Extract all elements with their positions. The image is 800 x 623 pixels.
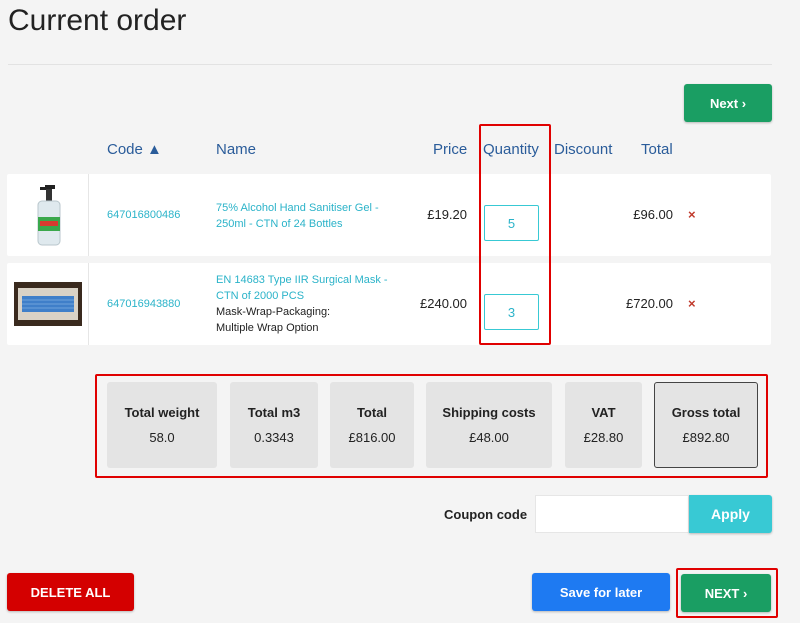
summary-label: Total bbox=[356, 405, 388, 420]
summary-value: £892.80 bbox=[682, 430, 730, 445]
summary-total-weight: Total weight 58.0 bbox=[107, 382, 217, 468]
next-button-bottom[interactable]: NEXT › bbox=[681, 574, 771, 612]
page-title: Current order bbox=[8, 4, 187, 37]
column-header-name: Name bbox=[216, 141, 257, 158]
unit-price: £240.00 bbox=[420, 296, 467, 311]
summary-total: Total £816.00 bbox=[330, 382, 414, 468]
column-header-code[interactable]: Code ▲ bbox=[107, 141, 162, 158]
apply-coupon-button[interactable]: Apply bbox=[689, 495, 772, 533]
unit-price: £19.20 bbox=[427, 207, 467, 222]
summary-value: 58.0 bbox=[149, 430, 175, 445]
product-thumbnail[interactable] bbox=[7, 174, 89, 256]
column-header-quantity: Quantity bbox=[483, 141, 539, 158]
variant-option-label: Mask-Wrap-Packaging: bbox=[216, 306, 331, 318]
summary-value: £28.80 bbox=[583, 430, 624, 445]
quantity-input[interactable] bbox=[484, 294, 539, 330]
summary-label: Shipping costs bbox=[442, 405, 536, 420]
sanitiser-bottle-image bbox=[37, 185, 60, 246]
save-for-later-button[interactable]: Save for later bbox=[532, 573, 670, 611]
summary-shipping-costs: Shipping costs £48.00 bbox=[426, 382, 552, 468]
remove-item-icon[interactable]: × bbox=[688, 207, 696, 222]
summary-vat: VAT £28.80 bbox=[565, 382, 642, 468]
variant-option-value: Multiple Wrap Option bbox=[216, 322, 319, 334]
summary-value: 0.3343 bbox=[254, 430, 294, 445]
product-name-link[interactable]: EN 14683 Type IIR Surgical Mask - CTN of… bbox=[216, 272, 406, 336]
column-header-price: Price bbox=[433, 141, 468, 158]
next-button-top[interactable]: Next › bbox=[684, 84, 772, 122]
product-thumbnail[interactable] bbox=[7, 263, 89, 345]
product-name-text[interactable]: 75% Alcohol Hand Sanitiser Gel - 250ml -… bbox=[216, 202, 379, 230]
summary-label: Total m3 bbox=[247, 405, 301, 420]
summary-gross-total: Gross total £892.80 bbox=[654, 382, 758, 468]
column-header-total: Total bbox=[641, 141, 673, 158]
line-total: £720.00 bbox=[626, 296, 673, 311]
remove-item-icon[interactable]: × bbox=[688, 296, 696, 311]
coupon-code-input[interactable] bbox=[535, 495, 689, 533]
product-code-link[interactable]: 647016943880 bbox=[107, 298, 180, 310]
title-divider bbox=[8, 64, 772, 65]
summary-total-m3: Total m3 0.3343 bbox=[230, 382, 318, 468]
line-total: £96.00 bbox=[633, 207, 673, 222]
summary-label: Total weight bbox=[124, 405, 200, 420]
product-code-link[interactable]: 647016800486 bbox=[107, 209, 180, 221]
summary-label: Gross total bbox=[671, 405, 741, 420]
product-name-link[interactable]: 75% Alcohol Hand Sanitiser Gel - 250ml -… bbox=[216, 200, 406, 232]
order-line-row: 647016943880 EN 14683 Type IIR Surgical … bbox=[7, 263, 771, 345]
summary-value: £816.00 bbox=[348, 430, 396, 445]
delete-all-button[interactable]: DELETE ALL bbox=[7, 573, 134, 611]
order-line-row: 647016800486 75% Alcohol Hand Sanitiser … bbox=[7, 174, 771, 256]
summary-label: VAT bbox=[591, 405, 616, 420]
product-name-text[interactable]: EN 14683 Type IIR Surgical Mask - CTN of… bbox=[216, 274, 388, 302]
surgical-mask-box-image bbox=[13, 282, 82, 326]
coupon-code-label: Coupon code bbox=[444, 507, 528, 522]
summary-value: £48.00 bbox=[469, 430, 509, 445]
quantity-input[interactable] bbox=[484, 205, 539, 241]
column-header-discount: Discount bbox=[554, 141, 613, 158]
